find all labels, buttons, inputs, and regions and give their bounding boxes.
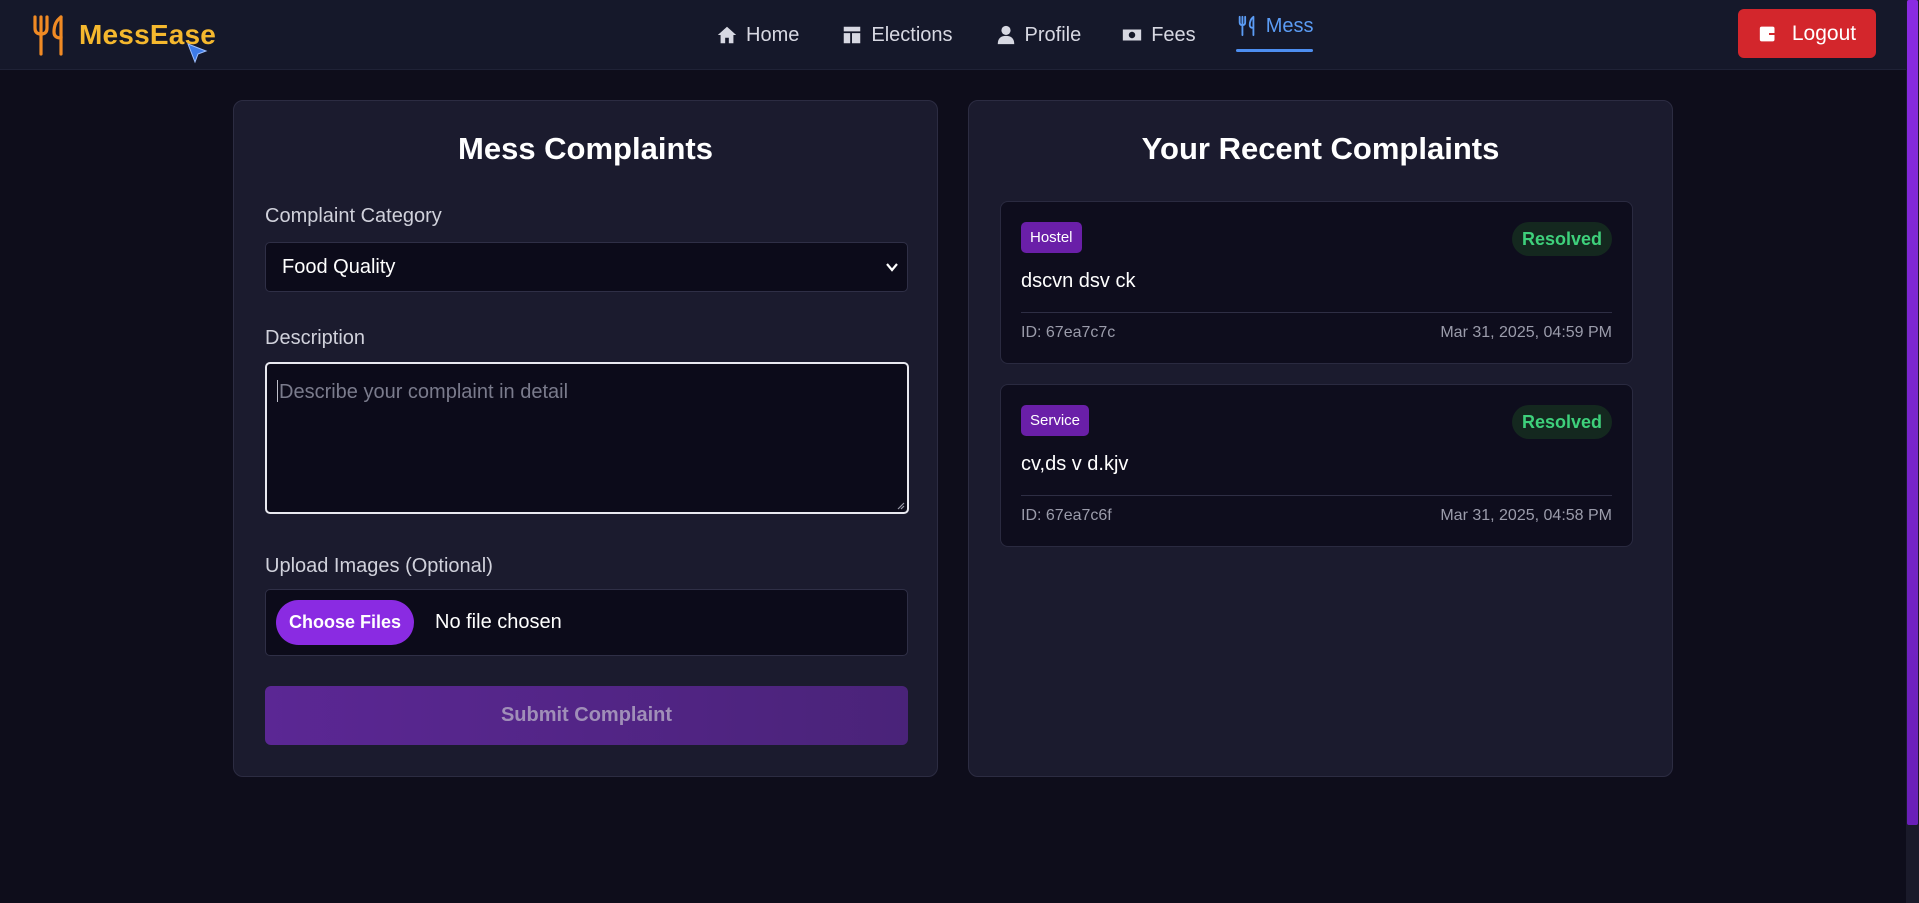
nav-home-label: Home bbox=[746, 23, 800, 46]
complaint-item[interactable]: Hostel Resolved dscvn dsv ck ID: 67ea7c7… bbox=[1000, 201, 1633, 364]
home-icon bbox=[717, 26, 737, 44]
divider bbox=[1021, 495, 1612, 496]
category-selected-value: Food Quality bbox=[282, 255, 396, 278]
elections-icon bbox=[844, 26, 861, 44]
status-badge: Resolved bbox=[1512, 222, 1612, 256]
complaint-id: ID: 67ea7c6f bbox=[1021, 507, 1112, 524]
utensils-logo-icon bbox=[33, 15, 63, 56]
complaint-id: ID: 67ea7c7c bbox=[1021, 324, 1116, 341]
recent-title: Your Recent Complaints bbox=[1141, 131, 1500, 166]
choose-files-button[interactable]: Choose Files bbox=[276, 600, 414, 645]
file-upload-input[interactable]: Choose Files No file chosen bbox=[265, 589, 908, 656]
nav-profile[interactable]: Profile bbox=[995, 0, 1082, 70]
nav-profile-label: Profile bbox=[1024, 23, 1082, 46]
text-caret bbox=[277, 380, 278, 402]
category-select[interactable]: Food Quality bbox=[265, 242, 908, 292]
complaint-text: dscvn dsv ck bbox=[1021, 270, 1136, 292]
logout-label: Logout bbox=[1791, 21, 1857, 45]
nav-elections-label: Elections bbox=[871, 23, 953, 46]
scrollbar-thumb[interactable] bbox=[1907, 0, 1918, 825]
nav-mess[interactable]: Mess bbox=[1235, 0, 1314, 52]
recent-complaints-card: Your Recent Complaints Hostel Resolved d… bbox=[968, 100, 1673, 777]
category-label: Complaint Category bbox=[265, 205, 442, 227]
form-title: Mess Complaints bbox=[458, 131, 713, 166]
utensils-icon bbox=[1238, 15, 1255, 37]
complaint-date: Mar 31, 2025, 04:58 PM bbox=[1440, 507, 1612, 524]
description-label: Description bbox=[265, 327, 366, 349]
category-badge: Hostel bbox=[1021, 222, 1082, 253]
complaint-date: Mar 31, 2025, 04:59 PM bbox=[1440, 324, 1612, 341]
main-nav: Home Elections Profile Fees Mess bbox=[716, 0, 1313, 70]
logout-icon bbox=[1759, 26, 1780, 41]
money-icon bbox=[1123, 29, 1142, 41]
user-icon bbox=[997, 25, 1014, 45]
divider bbox=[1021, 312, 1612, 313]
chevron-down-icon bbox=[886, 263, 898, 272]
complaint-item[interactable]: Service Resolved cv,ds v d.kjv ID: 67ea7… bbox=[1000, 384, 1633, 547]
upload-label: Upload Images (Optional) bbox=[265, 555, 493, 577]
mouse-cursor-icon bbox=[187, 43, 208, 64]
logout-button[interactable]: Logout bbox=[1738, 9, 1876, 58]
description-textarea[interactable]: Describe your complaint in detail bbox=[265, 362, 909, 514]
submit-complaint-button[interactable]: Submit Complaint bbox=[265, 686, 908, 745]
nav-mess-label: Mess bbox=[1265, 14, 1314, 37]
nav-elections[interactable]: Elections bbox=[841, 0, 953, 70]
nav-home[interactable]: Home bbox=[716, 0, 799, 70]
navbar: MessEase Home Elections Profile Fees Mes… bbox=[0, 0, 1906, 70]
nav-fees[interactable]: Fees bbox=[1121, 0, 1196, 70]
nav-fees-label: Fees bbox=[1151, 23, 1196, 46]
resize-grip-icon[interactable] bbox=[895, 500, 905, 510]
complaint-text: cv,ds v d.kjv bbox=[1021, 453, 1129, 475]
description-placeholder: Describe your complaint in detail bbox=[279, 381, 569, 403]
category-badge: Service bbox=[1021, 405, 1090, 436]
status-badge: Resolved bbox=[1512, 405, 1612, 439]
complaint-form-card: Mess Complaints Complaint Category Food … bbox=[233, 100, 938, 777]
page-scrollbar[interactable] bbox=[1906, 0, 1919, 903]
no-file-text: No file chosen bbox=[435, 611, 562, 633]
